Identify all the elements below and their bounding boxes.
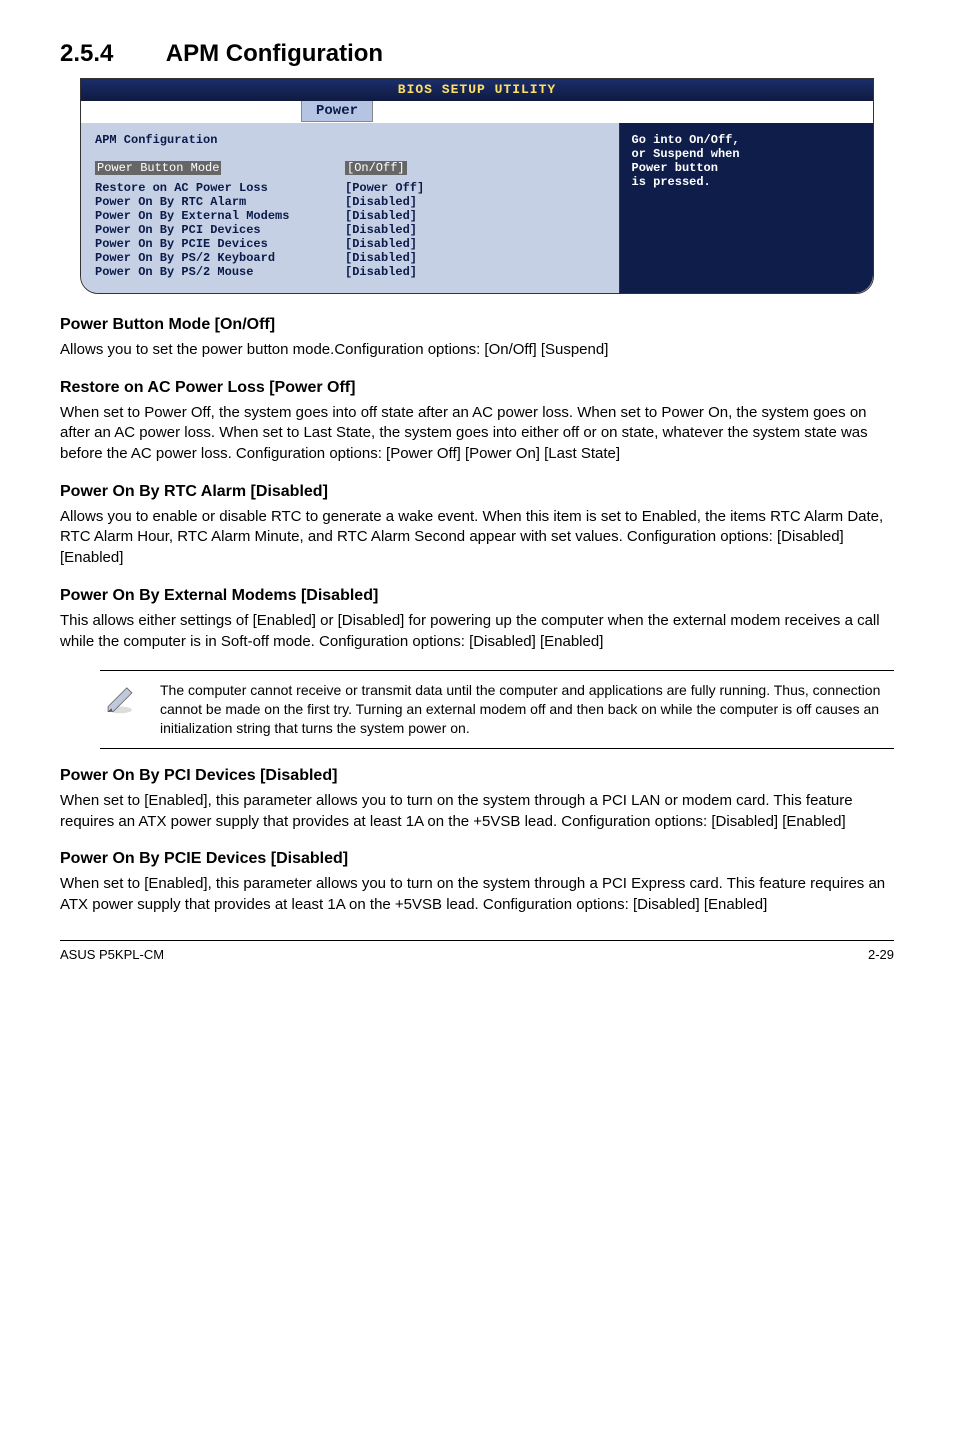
subsection-heading: Power Button Mode [On/Off] (60, 316, 894, 334)
bios-highlight-value: [On/Off] (345, 161, 407, 175)
bios-row-label: Power On By PS/2 Mouse (95, 265, 345, 279)
bios-highlight-label: Power Button Mode (95, 161, 221, 175)
subsection-heading: Power On By External Modems [Disabled] (60, 587, 894, 605)
bios-row-label: Restore on AC Power Loss (95, 181, 345, 195)
bios-row-label: Power On By RTC Alarm (95, 195, 345, 209)
bios-row-value: [Disabled] (345, 265, 417, 279)
section-number: 2.5.4 (60, 40, 160, 68)
subsection-heading: Power On By PCI Devices [Disabled] (60, 767, 894, 785)
bios-highlight-row: Power Button Mode [On/Off] (95, 161, 605, 175)
bios-left-pane: APM Configuration Power Button Mode [On/… (81, 123, 620, 293)
subsection-body: When set to Power Off, the system goes i… (60, 403, 894, 465)
bios-help-line1: Go into On/Off, (632, 133, 740, 147)
bios-help-line4: is pressed. (632, 175, 711, 189)
note-text: The computer cannot receive or transmit … (160, 681, 886, 738)
bios-row: Power On By RTC Alarm[Disabled] (95, 195, 605, 209)
bios-config-title: APM Configuration (95, 133, 605, 147)
section-heading: 2.5.4 APM Configuration (60, 40, 894, 68)
bios-row-value: [Disabled] (345, 209, 417, 223)
bios-row-value: [Power Off] (345, 181, 424, 195)
subsection-body: When set to [Enabled], this parameter al… (60, 874, 894, 915)
bios-row: Power On By PCIE Devices[Disabled] (95, 237, 605, 251)
subsection-heading: Power On By PCIE Devices [Disabled] (60, 850, 894, 868)
bios-row-value: [Disabled] (345, 223, 417, 237)
bios-row: Restore on AC Power Loss[Power Off] (95, 181, 605, 195)
footer-right: 2-29 (868, 947, 894, 962)
subsection-body: When set to [Enabled], this parameter al… (60, 791, 894, 832)
bios-row-label: Power On By PCIE Devices (95, 237, 345, 251)
bios-tab-power: Power (301, 101, 373, 122)
bios-row-label: Power On By PS/2 Keyboard (95, 251, 345, 265)
subsection-body: Allows you to enable or disable RTC to g… (60, 507, 894, 569)
subsection-body: This allows either settings of [Enabled]… (60, 611, 894, 652)
subsection-heading: Power On By RTC Alarm [Disabled] (60, 483, 894, 501)
bios-row: Power On By PS/2 Keyboard[Disabled] (95, 251, 605, 265)
subsection-body: Allows you to set the power button mode.… (60, 340, 894, 361)
bios-row: Power On By External Modems[Disabled] (95, 209, 605, 223)
bios-row-value: [Disabled] (345, 195, 417, 209)
bios-row-value: [Disabled] (345, 251, 417, 265)
bios-row: Power On By PS/2 Mouse[Disabled] (95, 265, 605, 279)
bios-row: Power On By PCI Devices[Disabled] (95, 223, 605, 237)
bios-help-line2: or Suspend when (632, 147, 740, 161)
page-footer: ASUS P5KPL-CM 2-29 (60, 940, 894, 962)
bios-row-label: Power On By PCI Devices (95, 223, 345, 237)
bios-row-label: Power On By External Modems (95, 209, 345, 223)
note-box: The computer cannot receive or transmit … (100, 670, 894, 749)
bios-setup-panel: BIOS SETUP UTILITY Power APM Configurati… (80, 78, 874, 294)
subsection-heading: Restore on AC Power Loss [Power Off] (60, 379, 894, 397)
bios-help-line3: Power button (632, 161, 718, 175)
footer-left: ASUS P5KPL-CM (60, 947, 164, 962)
bios-header: BIOS SETUP UTILITY (81, 79, 873, 101)
bios-help-pane: Go into On/Off, or Suspend when Power bu… (620, 123, 873, 293)
bios-row-value: [Disabled] (345, 237, 417, 251)
section-title: APM Configuration (166, 40, 383, 67)
pencil-icon (100, 681, 140, 715)
